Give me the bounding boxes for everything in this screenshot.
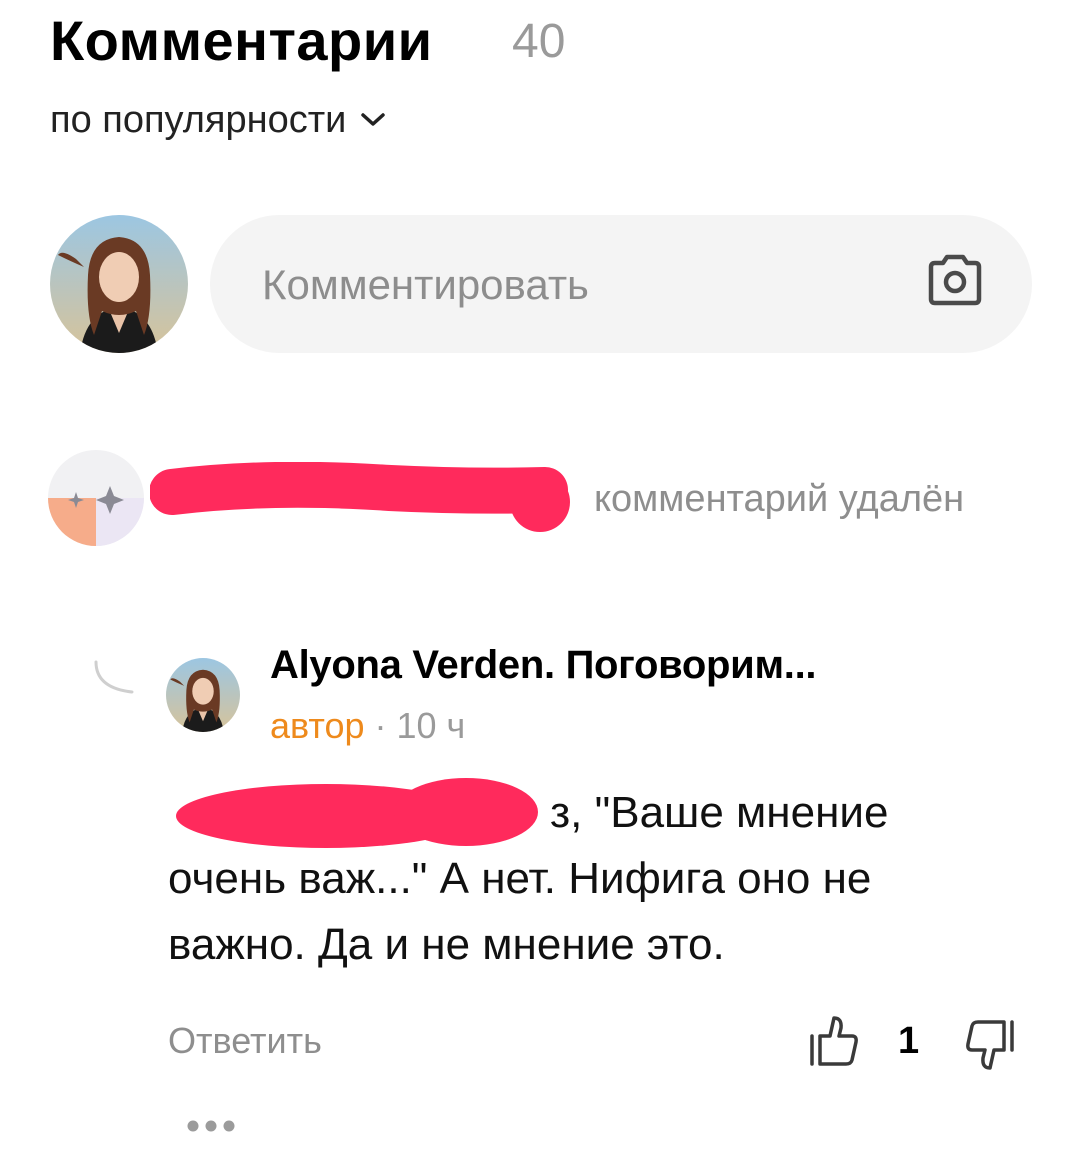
more-dots-icon[interactable]: [186, 1116, 236, 1136]
likes-count: 1: [898, 1020, 920, 1062]
author-badge: автор: [270, 705, 365, 746]
chevron-down-icon: [360, 111, 386, 129]
text-redaction-mark: [176, 778, 538, 848]
deleted-status: комментарий удалён: [594, 478, 965, 520]
comments-title: Комментарии: [50, 9, 433, 72]
comment-input[interactable]: [260, 215, 884, 355]
deleted-comment-avatar: [48, 450, 144, 546]
comment-composer: [210, 215, 1032, 355]
user-avatar[interactable]: [50, 215, 188, 353]
comment-time: 10 ч: [396, 705, 466, 746]
reply-thread-icon: [92, 660, 134, 696]
author-name[interactable]: Alyona Verden. Поговорим...: [270, 640, 817, 690]
reply-button[interactable]: Ответить: [168, 1018, 322, 1064]
thumbs-down-icon[interactable]: [964, 1018, 1016, 1072]
redaction-mark: [150, 462, 570, 532]
author-avatar[interactable]: [166, 658, 240, 732]
meta-separator: ·: [364, 705, 397, 746]
thumbs-up-icon[interactable]: [808, 1014, 860, 1068]
camera-icon[interactable]: [925, 253, 985, 309]
sort-dropdown[interactable]: по популярности: [50, 96, 386, 144]
sort-label: по популярности: [50, 99, 347, 141]
comment-meta: автор · 10 ч: [270, 704, 465, 748]
comments-count: 40: [512, 15, 566, 68]
